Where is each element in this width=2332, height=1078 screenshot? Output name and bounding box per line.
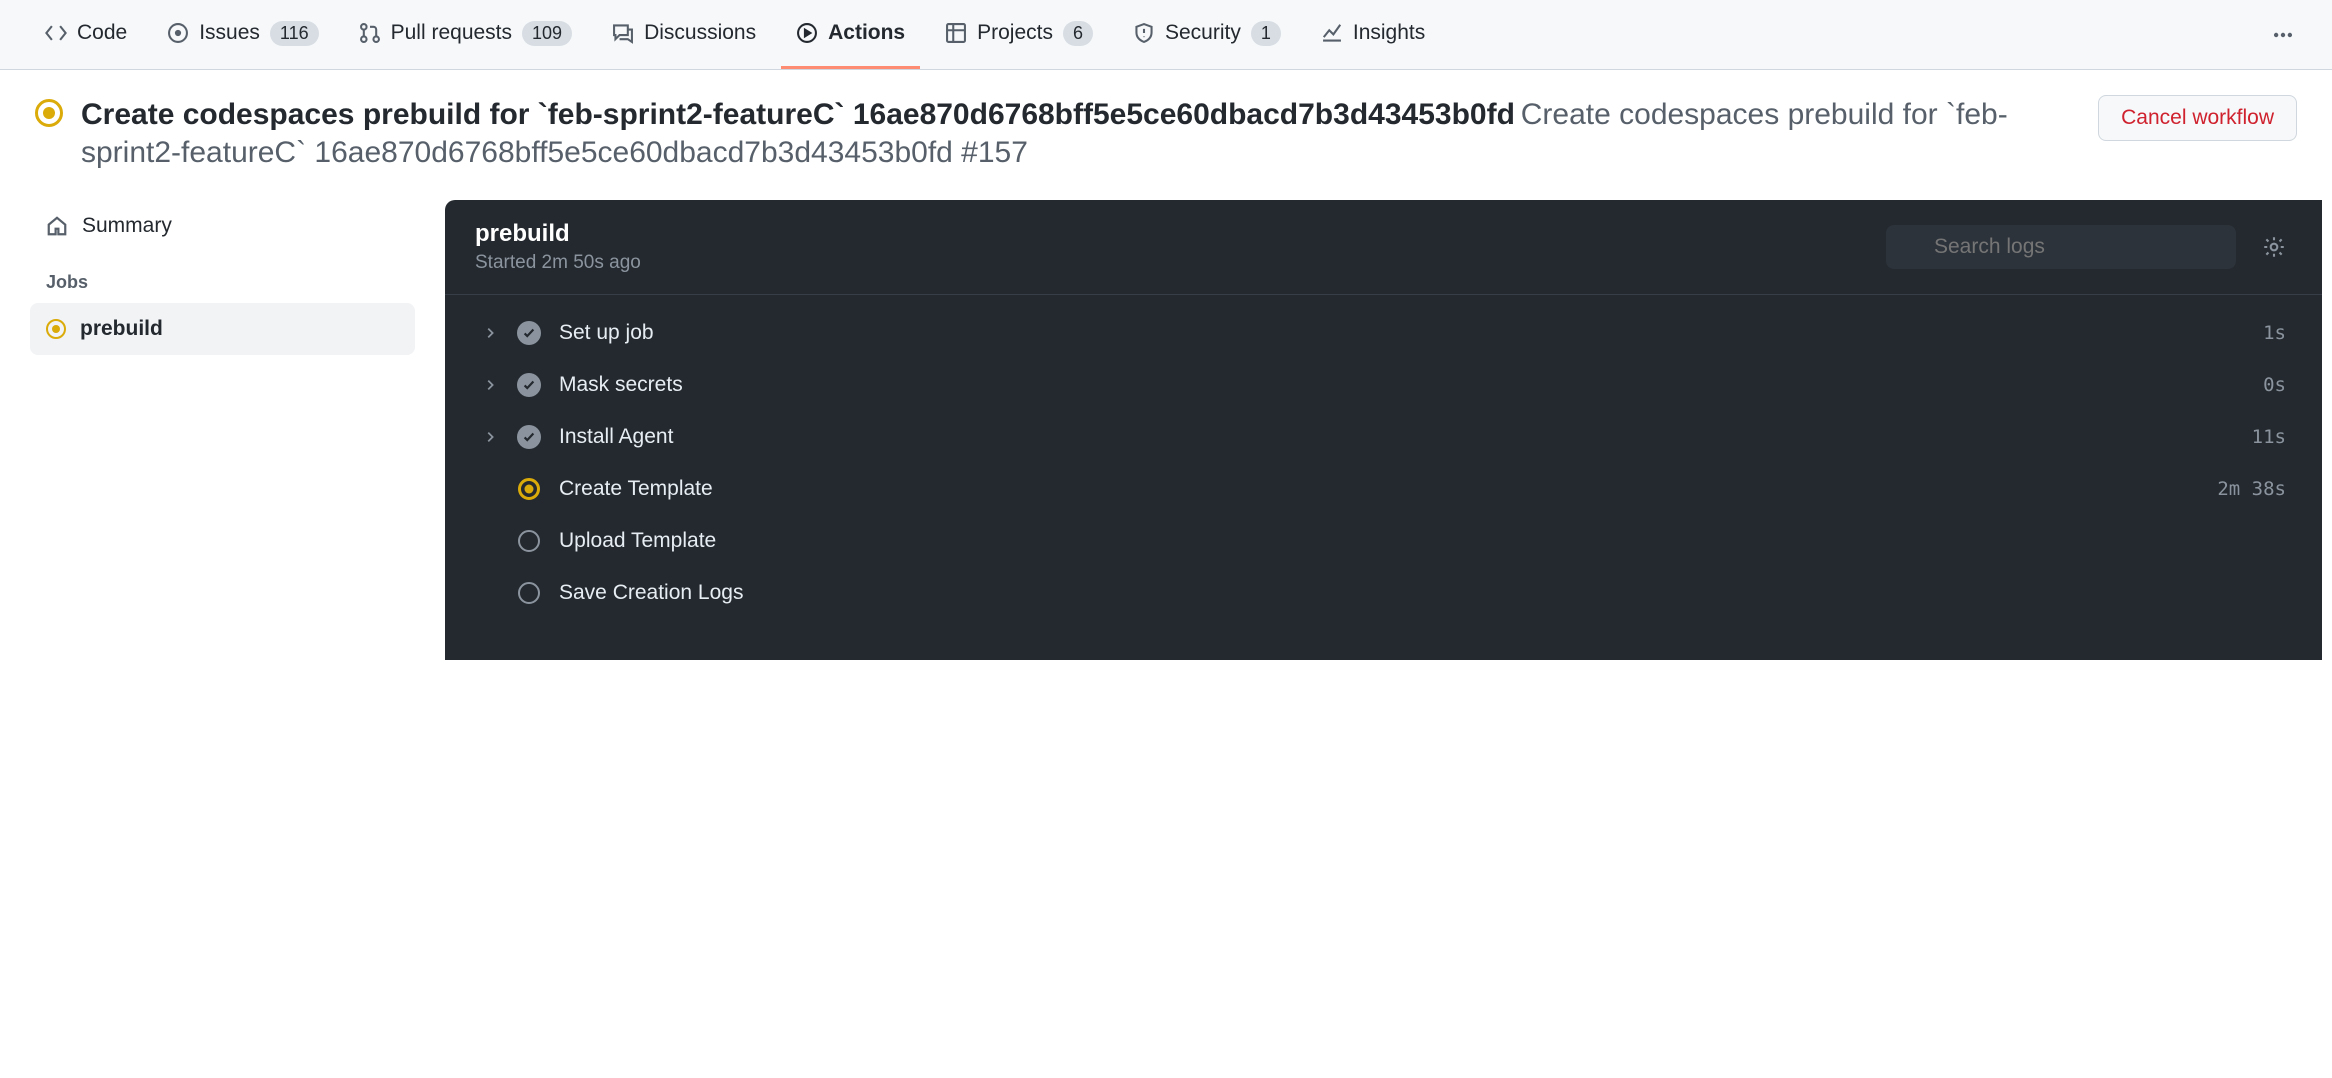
cancel-workflow-button[interactable]: Cancel workflow [2098, 95, 2297, 141]
step-row: Upload Template [475, 515, 2292, 567]
step-name: Save Creation Logs [559, 581, 2268, 605]
log-settings-button[interactable] [2256, 229, 2292, 265]
project-icon [945, 22, 967, 44]
tab-actions[interactable]: Actions [781, 0, 920, 69]
status-pending-icon [517, 581, 541, 605]
status-running-icon [35, 99, 63, 127]
check-circle-icon [517, 321, 541, 345]
check-circle-icon [517, 373, 541, 397]
step-duration: 1s [2263, 322, 2286, 344]
workflow-title: Create codespaces prebuild for `feb-spri… [81, 98, 1515, 131]
tab-insights[interactable]: Insights [1306, 0, 1440, 69]
step-duration: 2m 38s [2217, 478, 2286, 500]
tab-discussions[interactable]: Discussions [597, 0, 771, 69]
step-row: Save Creation Logs [475, 567, 2292, 619]
issue-icon [167, 22, 189, 44]
tab-security-label: Security [1165, 21, 1241, 45]
projects-count: 6 [1063, 21, 1093, 46]
issues-count: 116 [270, 21, 319, 46]
step-row[interactable]: Set up job 1s [475, 307, 2292, 359]
repo-tabnav: Code Issues 116 Pull requests 109 Discus… [0, 0, 2332, 70]
step-name: Set up job [559, 321, 2245, 345]
step-row[interactable]: Mask secrets 0s [475, 359, 2292, 411]
status-running-icon [46, 319, 66, 339]
discussion-icon [612, 22, 634, 44]
step-name: Create Template [559, 477, 2199, 501]
step-row[interactable]: Install Agent 11s [475, 411, 2292, 463]
tab-issues[interactable]: Issues 116 [152, 0, 333, 69]
sidebar-job-prebuild[interactable]: prebuild [30, 303, 415, 355]
workflow-header: Create codespaces prebuild for `feb-spri… [0, 70, 2332, 200]
pulls-count: 109 [522, 21, 572, 46]
job-started-time: Started 2m 50s ago [475, 252, 1866, 274]
git-pr-icon [359, 22, 381, 44]
job-title: prebuild [475, 220, 1866, 248]
status-pending-icon [517, 529, 541, 553]
play-circle-icon [796, 22, 818, 44]
tab-pull-requests[interactable]: Pull requests 109 [344, 0, 587, 69]
step-duration: 11s [2252, 426, 2286, 448]
tab-projects[interactable]: Projects 6 [930, 0, 1108, 69]
jobs-sidebar: Summary Jobs prebuild [10, 200, 415, 660]
chevron-right-icon [481, 430, 499, 444]
more-menu[interactable] [2264, 16, 2302, 54]
tab-code-label: Code [77, 21, 127, 45]
tab-pulls-label: Pull requests [391, 21, 512, 45]
shield-icon [1133, 22, 1155, 44]
graph-icon [1321, 22, 1343, 44]
sidebar-job-label: prebuild [80, 317, 163, 341]
chevron-right-icon [481, 378, 499, 392]
check-circle-icon [517, 425, 541, 449]
step-duration: 0s [2263, 374, 2286, 396]
tab-insights-label: Insights [1353, 21, 1425, 45]
log-panel: prebuild Started 2m 50s ago Set up job 1s… [445, 200, 2322, 660]
step-name: Mask secrets [559, 373, 2245, 397]
sidebar-summary-label: Summary [82, 214, 172, 238]
status-running-icon [517, 477, 541, 501]
security-count: 1 [1251, 21, 1281, 46]
chevron-right-icon [481, 326, 499, 340]
step-name: Install Agent [559, 425, 2234, 449]
tab-projects-label: Projects [977, 21, 1053, 45]
home-icon [46, 215, 68, 237]
tab-security[interactable]: Security 1 [1118, 0, 1296, 69]
jobs-heading: Jobs [30, 252, 415, 303]
tab-actions-label: Actions [828, 21, 905, 45]
code-icon [45, 22, 67, 44]
search-logs-input[interactable] [1886, 225, 2236, 269]
step-row: Create Template 2m 38s [475, 463, 2292, 515]
tab-code[interactable]: Code [30, 0, 142, 69]
sidebar-summary[interactable]: Summary [30, 200, 415, 252]
tab-issues-label: Issues [199, 21, 260, 45]
step-name: Upload Template [559, 529, 2268, 553]
tab-discussions-label: Discussions [644, 21, 756, 45]
